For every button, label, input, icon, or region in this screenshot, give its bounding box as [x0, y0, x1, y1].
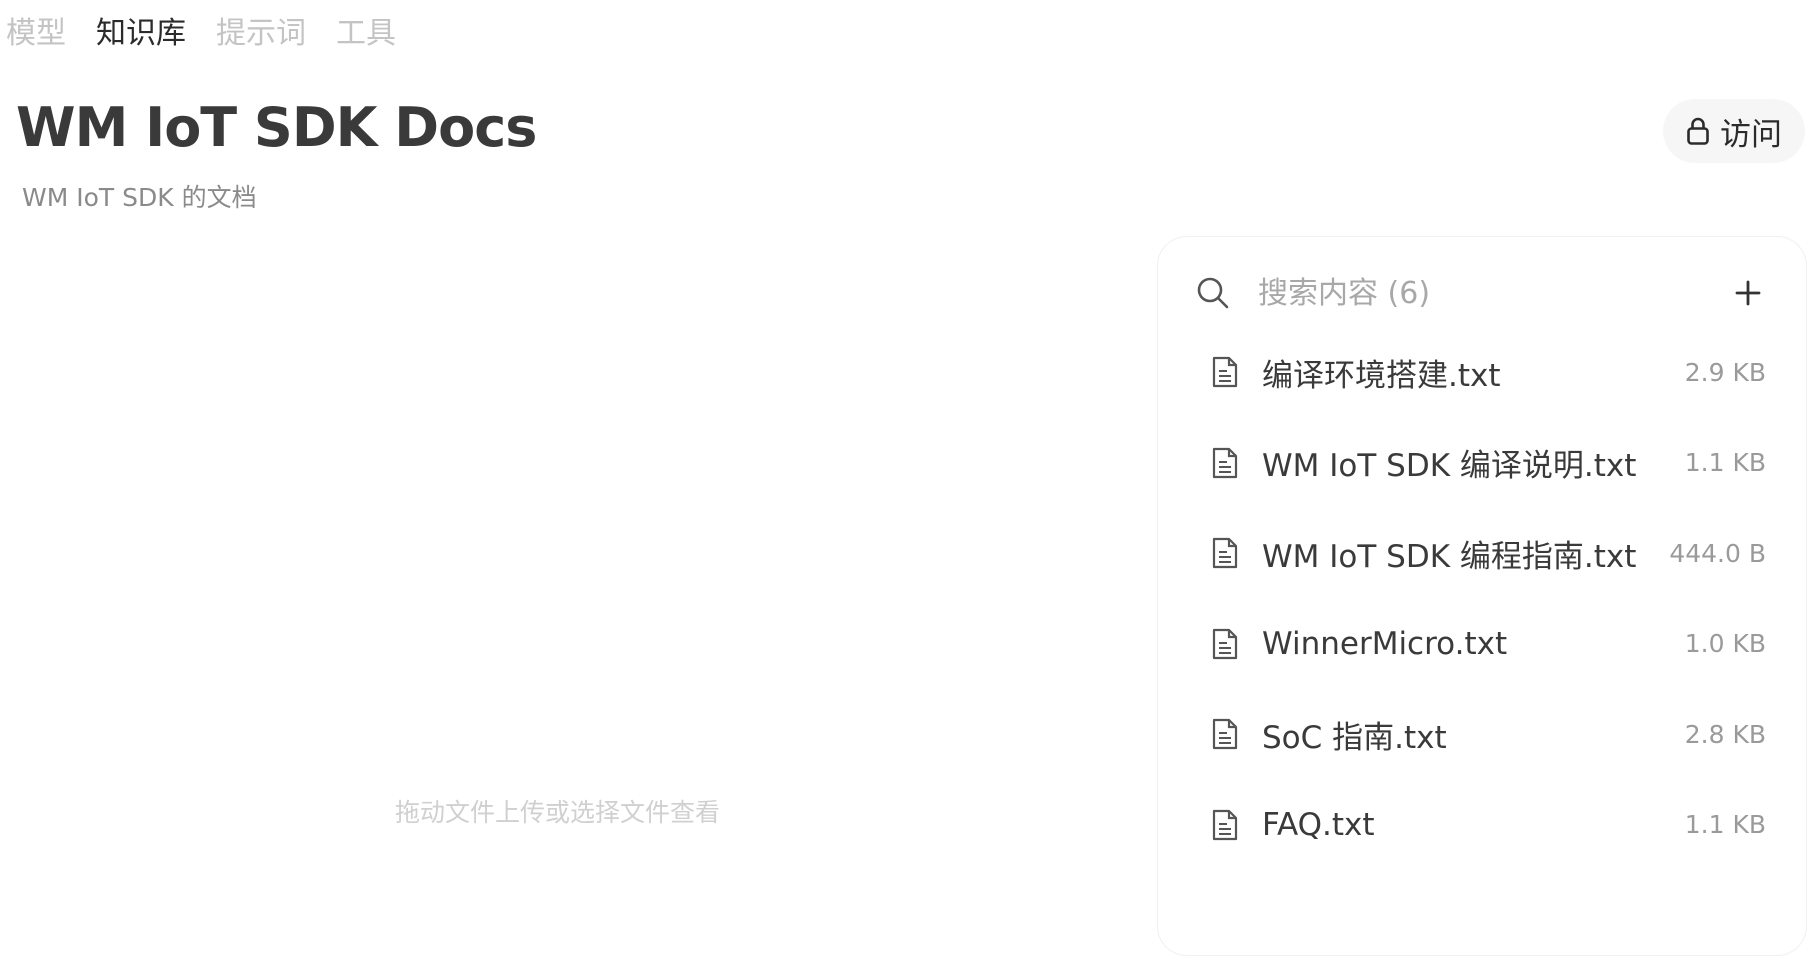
- lock-icon: [1686, 116, 1710, 146]
- file-item[interactable]: WM IoT SDK 编译说明.txt 1.1 KB: [1158, 418, 1806, 509]
- file-size: 1.1 KB: [1684, 448, 1766, 478]
- file-size: 1.0 KB: [1684, 629, 1766, 659]
- search-icon: [1196, 276, 1230, 310]
- file-item[interactable]: FAQ.txt 1.1 KB: [1158, 780, 1806, 871]
- file-item[interactable]: WinnerMicro.txt 1.0 KB: [1158, 599, 1806, 690]
- file-size: 1.1 KB: [1684, 810, 1766, 840]
- file-list: 编译环境搭建.txt 2.9 KB WM IoT SDK 编译说明.txt 1.…: [1158, 327, 1806, 870]
- file-size: 2.8 KB: [1684, 719, 1766, 749]
- plus-icon: [1735, 280, 1761, 306]
- document-icon: [1211, 536, 1239, 570]
- document-icon: [1211, 808, 1239, 842]
- file-name: 编译环境搭建.txt: [1262, 357, 1501, 394]
- file-name: WinnerMicro.txt: [1262, 625, 1508, 662]
- file-name: FAQ.txt: [1262, 806, 1375, 843]
- file-item[interactable]: WM IoT SDK 编程指南.txt 444.0 B: [1158, 508, 1806, 599]
- document-icon: [1211, 355, 1239, 389]
- document-icon: [1211, 627, 1239, 661]
- file-size: 444.0 B: [1669, 538, 1766, 568]
- add-file-button[interactable]: [1730, 275, 1766, 311]
- tab-knowledge-base[interactable]: 知识库: [96, 14, 186, 53]
- file-size: 2.9 KB: [1684, 357, 1766, 387]
- file-name: SoC 指南.txt: [1262, 719, 1447, 756]
- tab-models[interactable]: 模型: [6, 14, 66, 53]
- tab-prompts[interactable]: 提示词: [216, 14, 306, 53]
- document-icon: [1211, 717, 1239, 751]
- file-item[interactable]: SoC 指南.txt 2.8 KB: [1158, 689, 1806, 780]
- page-subtitle: WM IoT SDK 的文档: [22, 183, 257, 212]
- file-name: WM IoT SDK 编程指南.txt: [1262, 538, 1637, 575]
- page-title: WM IoT SDK Docs: [16, 96, 537, 159]
- file-name: WM IoT SDK 编译说明.txt: [1262, 448, 1637, 485]
- search-input[interactable]: [1258, 275, 1730, 311]
- access-button[interactable]: 访问: [1663, 99, 1805, 163]
- top-nav: 模型 知识库 提示词 工具: [6, 14, 396, 53]
- access-button-label: 访问: [1720, 116, 1782, 153]
- drop-zone-hint[interactable]: 拖动文件上传或选择文件查看: [395, 793, 720, 829]
- document-icon: [1211, 446, 1239, 480]
- search-bar: [1196, 267, 1766, 319]
- file-item[interactable]: 编译环境搭建.txt 2.9 KB: [1158, 327, 1806, 418]
- tab-tools[interactable]: 工具: [336, 14, 396, 53]
- knowledge-file-panel: 编译环境搭建.txt 2.9 KB WM IoT SDK 编译说明.txt 1.…: [1157, 236, 1807, 956]
